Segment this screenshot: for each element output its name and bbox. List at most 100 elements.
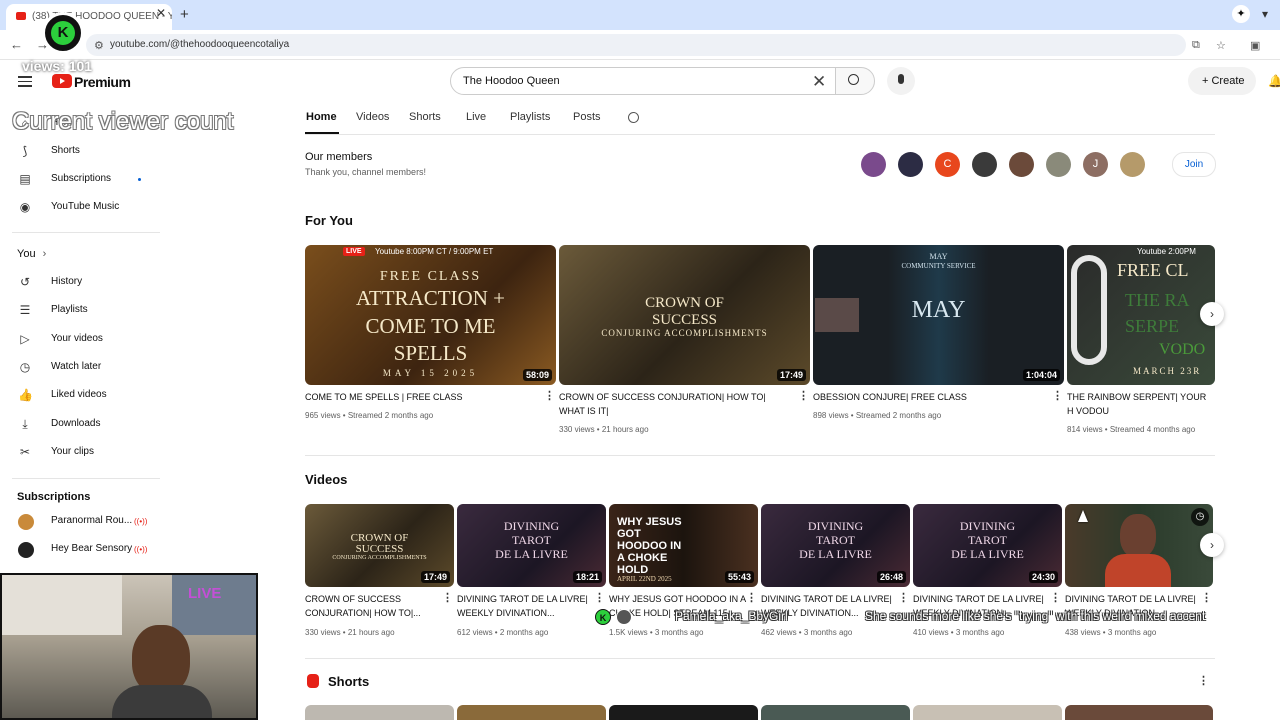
video-thumbnail[interactable]: LIVE Youtube 8:00PM CT / 9:00PM ET FREE … [305, 245, 556, 385]
video-title[interactable]: OBESSION CONJURE| FREE CLASS [813, 390, 1045, 404]
tab-posts[interactable]: Posts [573, 111, 601, 123]
join-button[interactable]: Join [1172, 152, 1216, 177]
member-avatar[interactable]: J [1083, 152, 1108, 177]
channel-search-icon[interactable] [628, 112, 639, 123]
tab-shorts[interactable]: Shorts [409, 111, 441, 123]
site-info-icon[interactable]: ⚙ [94, 39, 104, 52]
mouse-cursor-icon [1078, 510, 1088, 522]
thumbnail-text: DIVINING [959, 519, 1016, 533]
video-thumbnail[interactable]: MAY COMMUNITY SERVICE MAY 1:04:04 [813, 245, 1064, 385]
more-options-icon[interactable]: ⋮ [544, 389, 555, 402]
short-thumbnail[interactable] [305, 705, 454, 720]
live-indicator-icon: ((•)) [134, 545, 148, 554]
thumbnail-text: SUCCESS [651, 312, 718, 328]
video-thumbnail[interactable]: CROWN OF SUCCESS CONJURING ACCOMPLISHMEN… [559, 245, 810, 385]
search-icon [848, 74, 859, 85]
search-button[interactable] [835, 67, 875, 95]
window-menu-icon[interactable]: ▾ [1262, 7, 1268, 21]
short-thumbnail[interactable] [457, 705, 606, 720]
notifications-bell-icon[interactable]: 🔔 [1268, 74, 1280, 88]
sidebar-divider [12, 478, 160, 479]
thumbnail-text: VODO [1159, 341, 1206, 358]
chat-username: Pamela_aka_BbyGirl [675, 609, 788, 623]
history-icon: ↺ [19, 275, 31, 289]
streamer-webcam: LIVE [0, 573, 258, 720]
bookmark-star-icon[interactable]: ☆ [1216, 39, 1226, 52]
carousel-next-button[interactable]: › [1200, 533, 1224, 557]
short-thumbnail[interactable] [913, 705, 1062, 720]
video-title[interactable]: CROWN OF SUCCESS CONJURATION| HOW TO|... [305, 592, 443, 620]
clips-icon: ✂ [19, 445, 31, 459]
member-avatar[interactable]: C [935, 152, 960, 177]
tab-videos[interactable]: Videos [356, 111, 389, 123]
more-options-icon[interactable]: ⋮ [442, 591, 453, 604]
member-avatar[interactable] [972, 152, 997, 177]
voice-search-button[interactable] [887, 67, 915, 95]
video-title[interactable]: THE RAINBOW SERPENT| YOUR H VODOU [1067, 390, 1215, 418]
more-options-icon[interactable]: ⋮ [1201, 591, 1212, 604]
member-avatar[interactable] [1046, 152, 1071, 177]
more-options-icon[interactable]: ⋮ [746, 591, 757, 604]
member-avatar[interactable] [861, 152, 886, 177]
back-arrow-icon[interactable]: ← [10, 37, 23, 52]
short-thumbnail[interactable] [1065, 705, 1213, 720]
split-view-icon[interactable]: ▣ [1250, 39, 1260, 52]
short-thumbnail[interactable] [761, 705, 910, 720]
thumbnail-tag: Youtube 2:00PM [1137, 247, 1196, 256]
video-duration: 58:09 [522, 369, 552, 381]
new-tab-icon[interactable]: + [180, 6, 189, 23]
more-options-icon[interactable]: ⋮ [594, 591, 605, 604]
for-you-heading: For You [305, 213, 353, 228]
video-thumbnail[interactable]: DIVINING TAROT DE LA LIVRE 24:30 [913, 504, 1062, 587]
tab-playlists[interactable]: Playlists [510, 111, 550, 123]
search-input[interactable]: The Hoodoo Queen [450, 67, 836, 95]
thumbnail-text: MAY [929, 252, 948, 261]
video-meta: 898 views • Streamed 2 months ago [813, 411, 942, 420]
browser-tab[interactable]: (38) THE HOODOO QUEEN - Yo [6, 4, 172, 30]
microphone-icon [898, 74, 904, 84]
create-label: Create [1211, 75, 1245, 87]
extension-icon[interactable]: ✦ [1232, 5, 1250, 23]
video-title[interactable]: CROWN OF SUCCESS CONJURATION| HOW TO| WH… [559, 390, 791, 418]
video-duration: 55:43 [724, 571, 754, 583]
liked-videos-icon: 👍 [18, 388, 33, 402]
more-options-icon[interactable]: ⋮ [1198, 674, 1209, 687]
live-badge: LIVE [343, 247, 365, 256]
short-thumbnail[interactable] [609, 705, 758, 720]
video-thumbnail[interactable]: DIVINING TAROT DE LA LIVRE 26:48 [761, 504, 910, 587]
thumbnail-text: A CHOKE [617, 552, 668, 564]
watch-later-icon[interactable]: ◷ [1191, 508, 1209, 526]
video-meta: 410 views • 3 months ago [913, 628, 1005, 637]
youtube-favicon-icon [16, 12, 26, 20]
shorts-icon: ⟆ [22, 144, 28, 158]
more-options-icon[interactable]: ⋮ [1050, 591, 1061, 604]
more-options-icon[interactable]: ⋮ [898, 591, 909, 604]
close-tab-icon[interactable]: ✕ [156, 6, 166, 20]
youtube-logo-icon[interactable] [52, 74, 72, 88]
video-thumbnail[interactable]: DIVINING TAROT DE LA LIVRE 18:21 [457, 504, 606, 587]
video-thumbnail[interactable]: WHY JESUS GOT HOODOO IN A CHOKE HOLD APR… [609, 504, 758, 587]
sidebar-you-heading[interactable]: You › [17, 248, 46, 260]
carousel-next-button[interactable]: › [1200, 302, 1224, 326]
video-title[interactable]: DIVINING TAROT DE LA LIVRE| WEEKLY DIVIN… [457, 592, 595, 620]
thumbnail-text: DE LA LIVRE [799, 547, 872, 561]
more-options-icon[interactable]: ⋮ [798, 389, 809, 402]
member-avatar[interactable] [898, 152, 923, 177]
member-avatar[interactable] [1009, 152, 1034, 177]
tab-live[interactable]: Live [466, 111, 486, 123]
sidebar-item-label: Watch later [51, 361, 102, 372]
install-app-icon[interactable]: ⧉ [1192, 39, 1200, 52]
thumbnail-tag: Youtube 8:00PM CT / 9:00PM ET [375, 247, 494, 256]
viewer-count-label: Current viewer count [12, 108, 234, 135]
video-thumbnail[interactable]: CROWN OF SUCCESS CONJURING ACCOMPLISHMEN… [305, 504, 454, 587]
sidebar-item-label: Subscriptions [51, 173, 112, 184]
more-options-icon[interactable]: ⋮ [1052, 389, 1063, 402]
create-button[interactable]: + Create [1188, 67, 1256, 95]
member-avatar[interactable] [1120, 152, 1145, 177]
channel-avatar [18, 542, 34, 558]
clear-search-icon[interactable]: ✕ [812, 72, 826, 92]
tab-home[interactable]: Home [306, 111, 337, 123]
video-thumbnail[interactable]: Youtube 2:00PM FREE CL THE RA SERPE VODO… [1067, 245, 1215, 385]
url-field[interactable]: ⚙ youtube.com/@thehoodooqueencotaliya [86, 34, 1186, 56]
menu-icon[interactable] [18, 76, 32, 90]
